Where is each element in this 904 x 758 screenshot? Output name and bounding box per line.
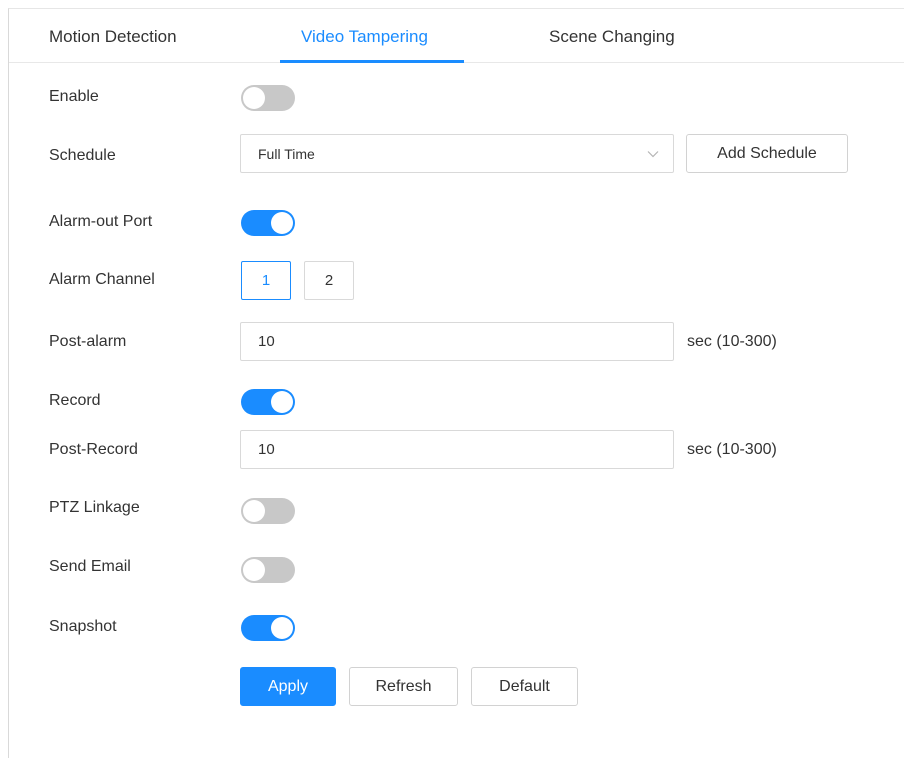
send-email-label: Send Email	[49, 558, 131, 575]
apply-button[interactable]: Apply	[240, 667, 336, 706]
record-toggle[interactable]	[241, 389, 295, 415]
alarm-channel-1-button[interactable]: 1	[241, 261, 291, 300]
post-alarm-unit: sec (10-300)	[687, 333, 777, 350]
tab-bar: Motion Detection Video Tampering Scene C…	[9, 9, 904, 63]
alarm-channel-label: Alarm Channel	[49, 271, 155, 288]
toggle-knob	[243, 559, 265, 581]
alarm-out-port-toggle[interactable]	[241, 210, 295, 236]
alarm-channel-2-button[interactable]: 2	[304, 261, 354, 300]
post-alarm-input[interactable]	[240, 322, 674, 361]
snapshot-label: Snapshot	[49, 618, 117, 635]
tab-scene-changing[interactable]: Scene Changing	[549, 27, 675, 47]
schedule-selected-value: Full Time	[258, 146, 315, 162]
snapshot-toggle[interactable]	[241, 615, 295, 641]
send-email-toggle[interactable]	[241, 557, 295, 583]
ptz-linkage-label: PTZ Linkage	[49, 499, 140, 516]
chevron-down-icon	[647, 151, 659, 158]
tab-motion-detection[interactable]: Motion Detection	[49, 27, 177, 47]
schedule-label: Schedule	[49, 147, 116, 164]
alarm-out-port-label: Alarm-out Port	[49, 213, 153, 230]
ptz-linkage-toggle[interactable]	[241, 498, 295, 524]
add-schedule-button[interactable]: Add Schedule	[686, 134, 848, 173]
toggle-knob	[271, 391, 293, 413]
toggle-knob	[271, 617, 293, 639]
toggle-knob	[243, 87, 265, 109]
enable-label: Enable	[49, 88, 99, 105]
active-tab-indicator	[280, 60, 464, 63]
settings-panel: Motion Detection Video Tampering Scene C…	[8, 8, 904, 758]
tab-video-tampering[interactable]: Video Tampering	[301, 27, 428, 47]
post-record-input[interactable]	[240, 430, 674, 469]
post-record-unit: sec (10-300)	[687, 441, 777, 458]
toggle-knob	[243, 500, 265, 522]
toggle-knob	[271, 212, 293, 234]
enable-toggle[interactable]	[241, 85, 295, 111]
record-label: Record	[49, 392, 101, 409]
post-record-label: Post-Record	[49, 441, 138, 458]
refresh-button[interactable]: Refresh	[349, 667, 458, 706]
schedule-select[interactable]: Full Time	[240, 134, 674, 173]
post-alarm-label: Post-alarm	[49, 333, 127, 350]
default-button[interactable]: Default	[471, 667, 578, 706]
